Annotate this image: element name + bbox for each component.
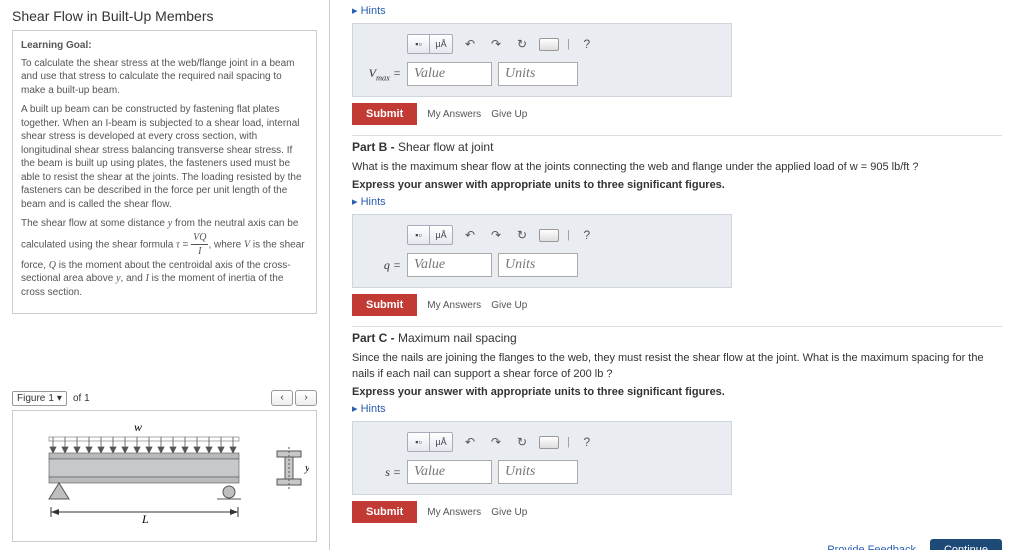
help-icon[interactable]: ? <box>578 36 596 52</box>
submit-button-c[interactable]: Submit <box>352 501 417 523</box>
mu-a-button: μÅ <box>430 226 452 244</box>
units-input-b[interactable] <box>498 253 578 277</box>
units-input-c[interactable] <box>498 460 578 484</box>
hints-link-c[interactable]: Hints <box>352 402 1002 415</box>
page-title: Shear Flow in Built-Up Members <box>12 8 317 24</box>
answer-box-b: ▪▫μÅ ↶ ↷ ↻ | ? q = <box>352 214 732 288</box>
hints-link-a[interactable]: Hints <box>352 4 1002 17</box>
var-label-b: q = <box>367 258 401 273</box>
figure-select[interactable]: Figure 1 ▾ <box>12 391 67 406</box>
redo-icon[interactable]: ↷ <box>487 434 505 450</box>
answer-box-c: ▪▫μÅ ↶ ↷ ↻ | ? s = <box>352 421 732 495</box>
paragraph-1: A built up beam can be constructed by fa… <box>21 103 308 211</box>
reset-icon[interactable]: ↻ <box>513 434 531 450</box>
subscript-icon: ▪▫ <box>408 433 430 451</box>
keyboard-icon[interactable] <box>539 38 559 51</box>
left-panel: Shear Flow in Built-Up Members Learning … <box>0 0 330 550</box>
figure-next-button[interactable]: › <box>295 390 317 406</box>
svg-text:w: w <box>134 420 142 434</box>
goal-label: Learning Goal: <box>21 39 308 53</box>
var-label-a: Vmax = <box>367 66 401 82</box>
toolbar-a: ▪▫μÅ ↶ ↷ ↻ | ? <box>407 34 717 54</box>
subscript-icon: ▪▫ <box>408 226 430 244</box>
subscript-icon: ▪▫ <box>408 35 430 53</box>
svg-text:y: y <box>304 462 309 474</box>
footer-row: Provide Feedback Continue <box>352 533 1002 550</box>
my-answers-link-a[interactable]: My Answers <box>427 109 481 120</box>
my-answers-link-b[interactable]: My Answers <box>427 300 481 311</box>
mu-a-button: μÅ <box>430 433 452 451</box>
figure-of: of 1 <box>73 393 90 404</box>
give-up-link-a[interactable]: Give Up <box>491 109 527 120</box>
part-c-instr: Express your answer with appropriate uni… <box>352 386 1002 398</box>
units-input-a[interactable] <box>498 62 578 86</box>
answer-box-a: ▪▫μÅ ↶ ↷ ↻ | ? Vmax = <box>352 23 732 97</box>
submit-button-b[interactable]: Submit <box>352 294 417 316</box>
paragraph-2: The shear flow at some distance y from t… <box>21 217 308 299</box>
undo-icon[interactable]: ↶ <box>461 227 479 243</box>
reset-icon[interactable]: ↻ <box>513 36 531 52</box>
format-toggle-a[interactable]: ▪▫μÅ <box>407 34 453 54</box>
value-input-c[interactable] <box>407 460 492 484</box>
value-input-a[interactable] <box>407 62 492 86</box>
undo-icon[interactable]: ↶ <box>461 434 479 450</box>
figure-bar: Figure 1 ▾ of 1 ‹ › <box>12 390 317 406</box>
learning-goal-box: Learning Goal: To calculate the shear st… <box>12 30 317 314</box>
chevron-down-icon: ▾ <box>57 393 62 404</box>
part-c-header: Part C - Maximum nail spacing <box>352 326 1002 345</box>
my-answers-link-c[interactable]: My Answers <box>427 507 481 518</box>
submit-button-a[interactable]: Submit <box>352 103 417 125</box>
undo-icon[interactable]: ↶ <box>461 36 479 52</box>
part-b-instr: Express your answer with appropriate uni… <box>352 179 1002 191</box>
right-panel: Hints ▪▫μÅ ↶ ↷ ↻ | ? Vmax = Submit My An… <box>330 0 1024 550</box>
keyboard-icon[interactable] <box>539 436 559 449</box>
redo-icon[interactable]: ↷ <box>487 227 505 243</box>
goal-text: To calculate the shear stress at the web… <box>21 57 308 98</box>
give-up-link-b[interactable]: Give Up <box>491 300 527 311</box>
part-b-question: What is the maximum shear flow at the jo… <box>352 160 1002 175</box>
figure-box: w <box>12 410 317 542</box>
part-b-header: Part B - Shear flow at joint <box>352 135 1002 154</box>
beam-diagram: w <box>29 417 309 537</box>
figure-prev-button[interactable]: ‹ <box>271 390 293 406</box>
format-toggle-b[interactable]: ▪▫μÅ <box>407 225 453 245</box>
toolbar-b: ▪▫μÅ ↶ ↷ ↻ | ? <box>407 225 717 245</box>
part-c-question: Since the nails are joining the flanges … <box>352 351 1002 382</box>
redo-icon[interactable]: ↷ <box>487 36 505 52</box>
give-up-link-c[interactable]: Give Up <box>491 507 527 518</box>
provide-feedback-link[interactable]: Provide Feedback <box>827 544 916 550</box>
reset-icon[interactable]: ↻ <box>513 227 531 243</box>
continue-button[interactable]: Continue <box>930 539 1002 550</box>
keyboard-icon[interactable] <box>539 229 559 242</box>
mu-a-button: μÅ <box>430 35 452 53</box>
var-label-c: s = <box>367 465 401 480</box>
toolbar-c: ▪▫μÅ ↶ ↷ ↻ | ? <box>407 432 717 452</box>
help-icon[interactable]: ? <box>578 227 596 243</box>
help-icon[interactable]: ? <box>578 434 596 450</box>
svg-text:L: L <box>141 512 149 526</box>
hints-link-b[interactable]: Hints <box>352 195 1002 208</box>
value-input-b[interactable] <box>407 253 492 277</box>
format-toggle-c[interactable]: ▪▫μÅ <box>407 432 453 452</box>
